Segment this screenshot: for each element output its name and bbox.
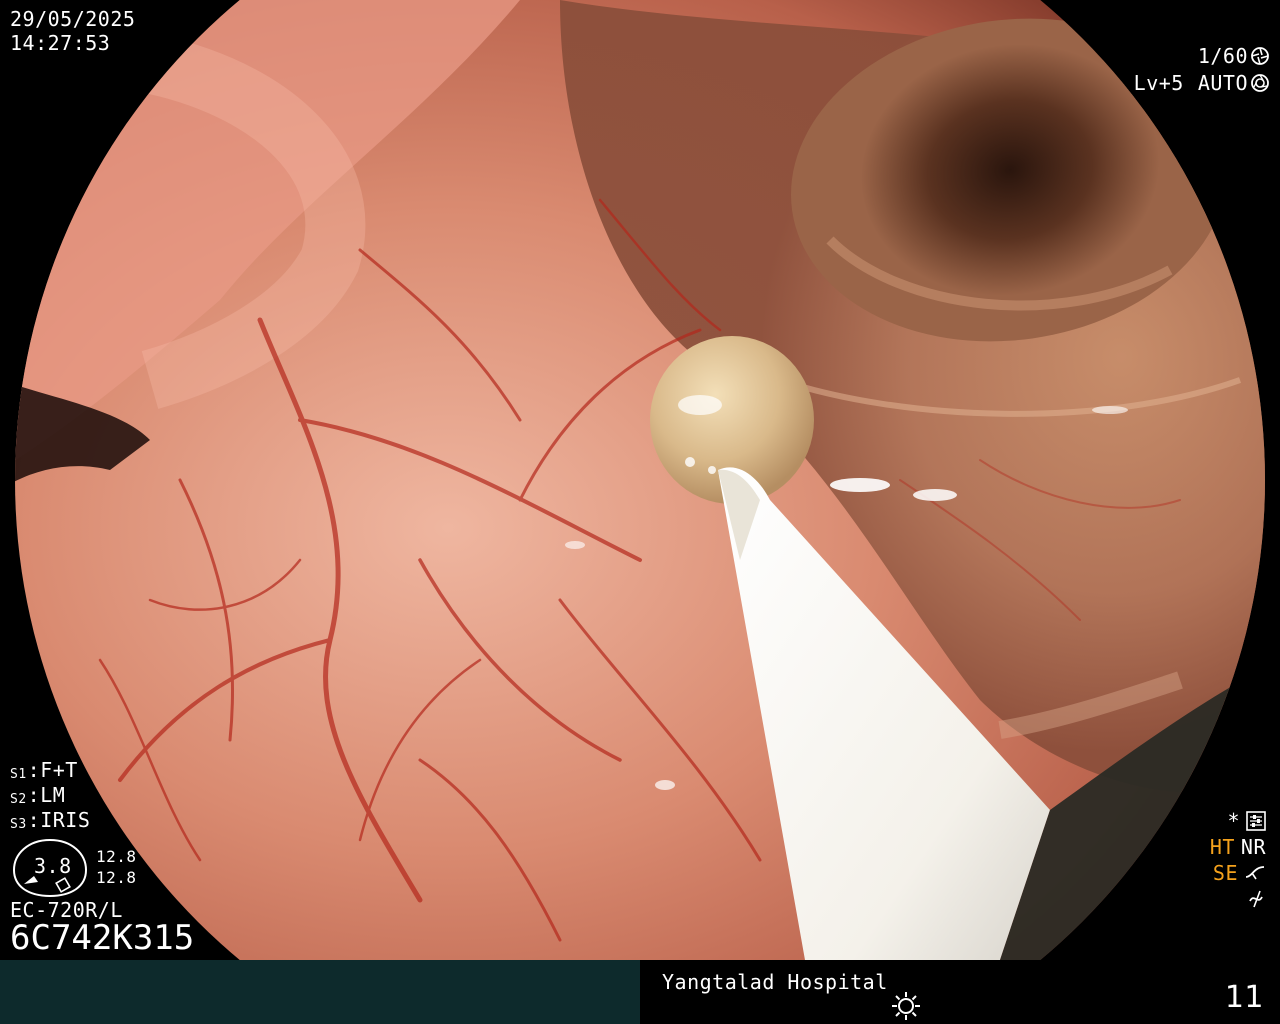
setting-s1-value: :F+T (27, 758, 78, 782)
setting-s2-key: S2 (10, 792, 27, 807)
image-enhancement-flags: * HT NR SE (1210, 808, 1266, 912)
zoom-range-top: 12.8 (96, 847, 137, 866)
nr-flag: NR (1240, 835, 1266, 859)
datetime-display: 29/05/2025 14:27:53 (10, 7, 135, 55)
time-text: 14:27:53 (10, 31, 111, 55)
setting-s2: S2:LM (10, 783, 90, 808)
zoom-gauge: 3.8 (10, 836, 90, 900)
image-count: 11 (1224, 980, 1264, 1015)
zoom-range: 12.8 12.8 (96, 846, 137, 888)
setting-s1: S1:F+T (10, 758, 90, 783)
setting-s3: S3:IRIS (10, 808, 90, 833)
hospital-name: Yangtalad Hospital (662, 970, 888, 994)
setting-s1-key: S1 (10, 767, 27, 782)
bottom-left-panel (0, 960, 640, 1024)
se-flag: SE (1212, 861, 1238, 885)
iris-mode-text: AUTO (1197, 70, 1248, 95)
curve-icon (1245, 866, 1265, 880)
freeze-off-icon (1249, 890, 1263, 908)
iris-icon (1251, 73, 1269, 92)
endoscopic-image (15, 0, 1265, 960)
zoom-value: 3.8 (34, 854, 72, 878)
setting-s2-value: :LM (27, 783, 66, 807)
exposure-status: 1/60 Lv+5 AUTO (1134, 42, 1270, 96)
star-flag: * (1227, 809, 1240, 833)
light-source-icon (892, 992, 920, 1020)
endoscopy-viewport (0, 0, 1280, 960)
ht-flag: HT (1209, 835, 1235, 859)
bottom-info-bar (0, 960, 1280, 1024)
date-text: 29/05/2025 (10, 7, 136, 31)
menu-sliders-icon (1246, 811, 1266, 831)
shutter-icon (1251, 46, 1269, 65)
scope-serial-text: 6C742K315 (10, 918, 195, 958)
zoom-range-bottom: 12.8 (96, 868, 137, 887)
setting-s3-value: :IRIS (27, 808, 91, 832)
brightness-level-text: Lv+5 (1133, 70, 1184, 95)
shutter-speed-text: 1/60 (1197, 43, 1248, 68)
scope-switch-settings: S1:F+T S2:LM S3:IRIS (10, 758, 90, 833)
setting-s3-key: S3 (10, 817, 27, 832)
